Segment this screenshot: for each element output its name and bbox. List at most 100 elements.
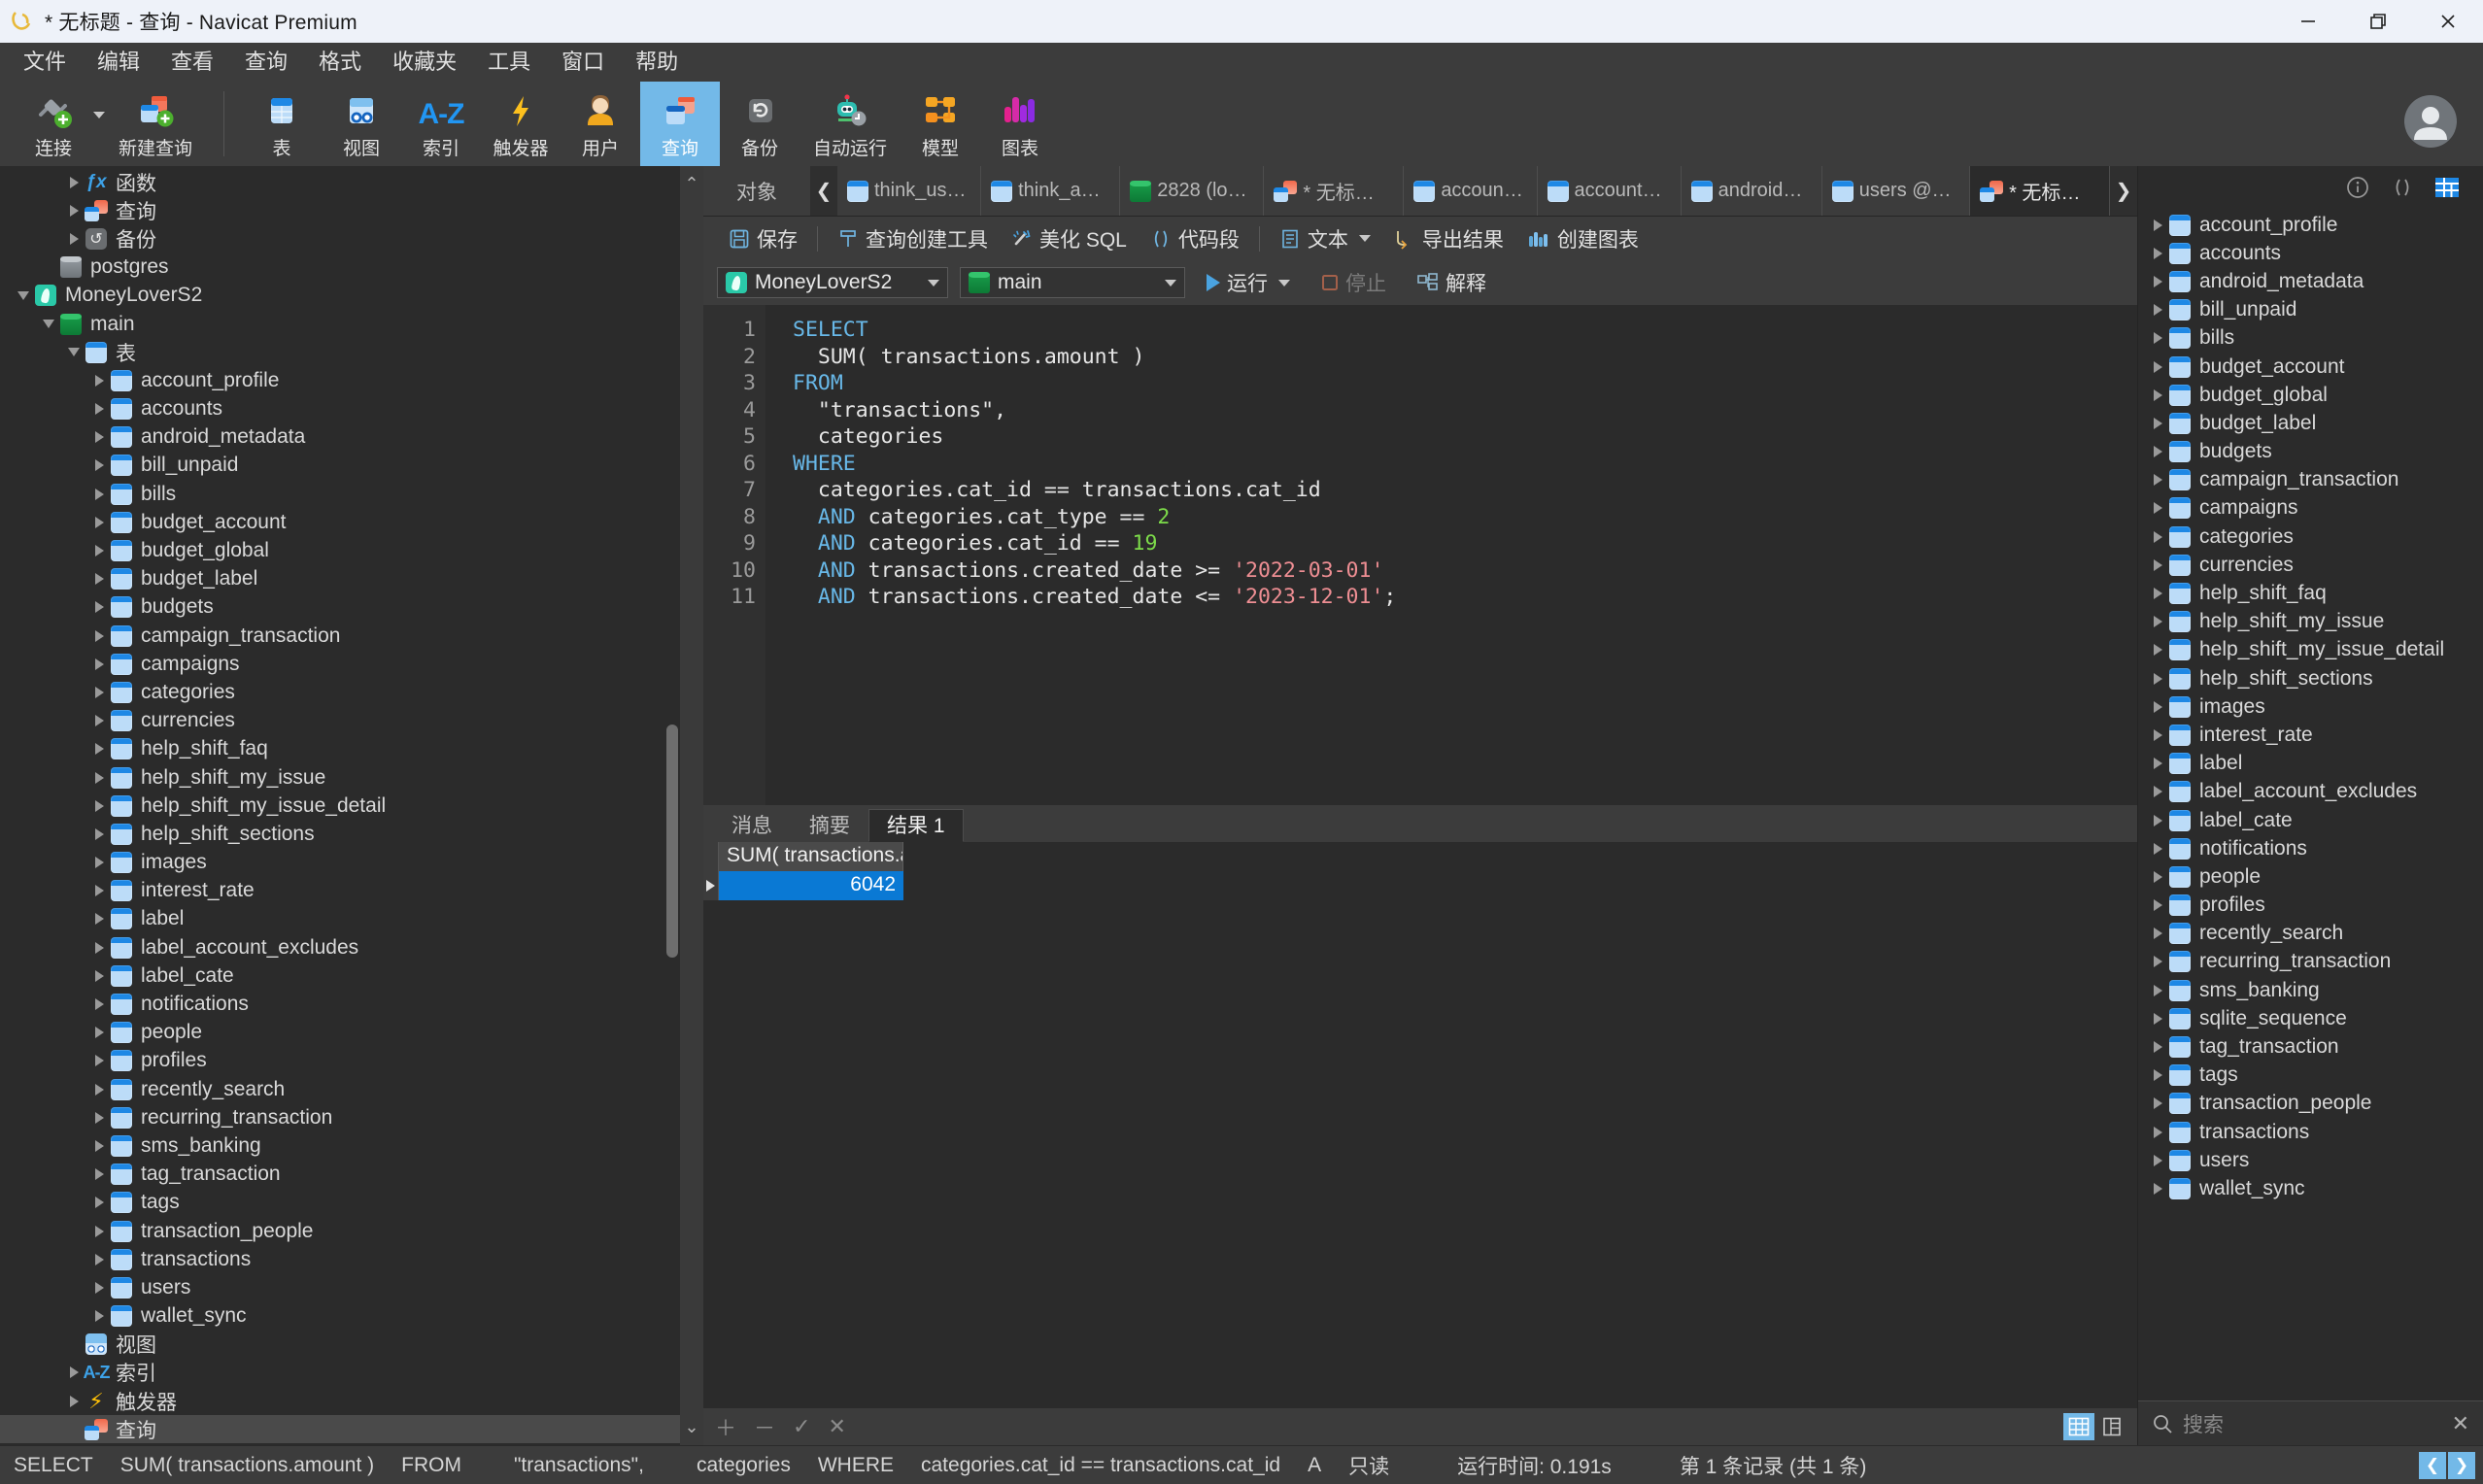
tree-item-main[interactable]: main (0, 310, 680, 338)
expand-arrow-icon[interactable] (89, 489, 109, 500)
object-tab[interactable]: 对象 (703, 166, 810, 216)
tree-item-sms_banking[interactable]: sms_banking (0, 1131, 680, 1160)
tree-item-tag_transaction[interactable]: tag_transaction (0, 1161, 680, 1189)
expand-arrow-icon[interactable] (2148, 673, 2167, 685)
tree-item-查询[interactable]: 查询 (0, 196, 680, 224)
tree-item-accounts[interactable]: accounts (0, 395, 680, 423)
tab-profile[interactable]: 摘要 (791, 809, 868, 842)
menu-view[interactable]: 查看 (155, 43, 229, 82)
expand-arrow-icon[interactable] (2148, 758, 2167, 769)
editor-tab[interactable]: * 无标题 - ... (1264, 166, 1404, 216)
right-tree-item-label[interactable]: label (2138, 750, 2483, 778)
collapse-up-icon[interactable]: ⌃ (684, 174, 698, 194)
right-tree-item-transactions[interactable]: transactions (2138, 1118, 2483, 1146)
ribbon-model-button[interactable]: 模型 (901, 82, 980, 166)
right-tree-item-profiles[interactable]: profiles (2138, 892, 2483, 920)
right-tree-item-sqlite_sequence[interactable]: sqlite_sequence (2138, 1004, 2483, 1032)
expand-arrow-icon[interactable] (2148, 928, 2167, 939)
expand-arrow-icon[interactable] (89, 545, 109, 556)
expand-arrow-icon[interactable] (2148, 332, 2167, 344)
collapse-arrow-icon[interactable] (14, 291, 33, 300)
grid-view-icon[interactable] (2063, 1413, 2094, 1440)
tree-item-budget_global[interactable]: budget_global (0, 536, 680, 564)
menu-file[interactable]: 文件 (8, 43, 82, 82)
tree-item-recently_search[interactable]: recently_search (0, 1075, 680, 1103)
tree-item-recurring_transaction[interactable]: recurring_transaction (0, 1103, 680, 1131)
table-list-icon[interactable] (2432, 173, 2462, 202)
tree-item-触发器[interactable]: ⚡触发器 (0, 1387, 680, 1415)
menu-edit[interactable]: 编辑 (82, 43, 155, 82)
tree-item-postgres[interactable]: postgres (0, 253, 680, 282)
right-tree-item-campaigns[interactable]: campaigns (2138, 494, 2483, 523)
right-tree-item-account_profile[interactable]: account_profile (2138, 211, 2483, 239)
expand-arrow-icon[interactable] (89, 517, 109, 528)
right-tree-item-budget_global[interactable]: budget_global (2138, 381, 2483, 409)
editor-vertical-scrollbar[interactable] (2124, 305, 2137, 805)
right-tree-item-android_metadata[interactable]: android_metadata (2138, 267, 2483, 295)
add-row-icon[interactable]: ＋ (715, 1411, 736, 1442)
page-prev-button[interactable]: ❮ (2419, 1452, 2446, 1479)
expand-arrow-icon[interactable] (89, 1254, 109, 1265)
tab-scroll-right-button[interactable]: ❯ (2110, 166, 2137, 216)
expand-arrow-icon[interactable] (2148, 1069, 2167, 1081)
expand-arrow-icon[interactable] (89, 857, 109, 868)
right-tree-item-budget_account[interactable]: budget_account (2138, 353, 2483, 381)
tree-item-categories[interactable]: categories (0, 678, 680, 706)
right-tree-item-sms_banking[interactable]: sms_banking (2138, 976, 2483, 1004)
right-tree-item-budget_label[interactable]: budget_label (2138, 409, 2483, 437)
tree-item-people[interactable]: people (0, 1019, 680, 1047)
delete-row-icon[interactable]: － (754, 1411, 775, 1442)
snippet-button[interactable]: 代码段 (1139, 221, 1251, 256)
expand-arrow-icon[interactable] (2148, 418, 2167, 429)
info-icon[interactable] (2343, 173, 2372, 202)
page-next-button[interactable]: ❯ (2448, 1452, 2475, 1479)
ribbon-trigger-button[interactable]: 触发器 (481, 82, 561, 166)
connection-dropdown-caret[interactable] (93, 82, 105, 166)
tree-item-函数[interactable]: ƒx函数 (0, 168, 680, 196)
text-format-button[interactable]: 文本 (1268, 221, 1382, 256)
expand-arrow-icon[interactable] (64, 233, 84, 245)
expand-arrow-icon[interactable] (2148, 1127, 2167, 1138)
save-button[interactable]: 保存 (717, 221, 809, 256)
editor-tab[interactable]: account_pr... (1538, 166, 1682, 216)
right-table-list[interactable]: account_profileaccountsandroid_metadatab… (2138, 209, 2483, 1400)
right-tree-item-currencies[interactable]: currencies (2138, 551, 2483, 579)
tree-item-label_cate[interactable]: label_cate (0, 961, 680, 990)
right-tree-item-bill_unpaid[interactable]: bill_unpaid (2138, 296, 2483, 324)
explain-button[interactable]: 解释 (1408, 266, 1496, 299)
expand-arrow-icon[interactable] (89, 885, 109, 896)
expand-arrow-icon[interactable] (64, 205, 84, 217)
expand-arrow-icon[interactable] (2148, 985, 2167, 996)
right-tree-item-tags[interactable]: tags (2138, 1062, 2483, 1090)
cancel-icon[interactable]: ✕ (828, 1414, 845, 1439)
expand-arrow-icon[interactable] (2148, 304, 2167, 316)
tree-item-tags[interactable]: tags (0, 1189, 680, 1217)
expand-arrow-icon[interactable] (89, 800, 109, 812)
tree-item-currencies[interactable]: currencies (0, 707, 680, 735)
grid-cell[interactable]: 6042 (719, 871, 903, 900)
confirm-icon[interactable]: ✓ (793, 1414, 810, 1439)
expand-arrow-icon[interactable] (2148, 729, 2167, 741)
expand-arrow-icon[interactable] (89, 573, 109, 585)
expand-arrow-icon[interactable] (2148, 389, 2167, 401)
editor-tab[interactable]: android_m... (1682, 166, 1822, 216)
ribbon-table-button[interactable]: 表 (242, 82, 322, 166)
expand-arrow-icon[interactable] (2148, 446, 2167, 457)
expand-arrow-icon[interactable] (89, 658, 109, 670)
expand-arrow-icon[interactable] (2148, 815, 2167, 826)
expand-arrow-icon[interactable] (89, 459, 109, 471)
tree-item-budget_label[interactable]: budget_label (0, 565, 680, 593)
right-tree-item-bills[interactable]: bills (2138, 324, 2483, 353)
tree-item-notifications[interactable]: notifications (0, 990, 680, 1018)
expand-arrow-icon[interactable] (2148, 1013, 2167, 1025)
right-tree-item-label_cate[interactable]: label_cate (2138, 806, 2483, 834)
expand-arrow-icon[interactable] (89, 630, 109, 642)
expand-arrow-icon[interactable] (89, 998, 109, 1010)
expand-arrow-icon[interactable] (89, 601, 109, 613)
tree-item-label_account_excludes[interactable]: label_account_excludes (0, 933, 680, 961)
right-tree-item-people[interactable]: people (2138, 862, 2483, 891)
ribbon-chart-button[interactable]: 图表 (980, 82, 1060, 166)
params-icon[interactable] (2388, 173, 2417, 202)
right-tree-item-interest_rate[interactable]: interest_rate (2138, 721, 2483, 749)
editor-code[interactable]: SELECT SUM( transactions.amount )FROM "t… (765, 305, 2137, 805)
